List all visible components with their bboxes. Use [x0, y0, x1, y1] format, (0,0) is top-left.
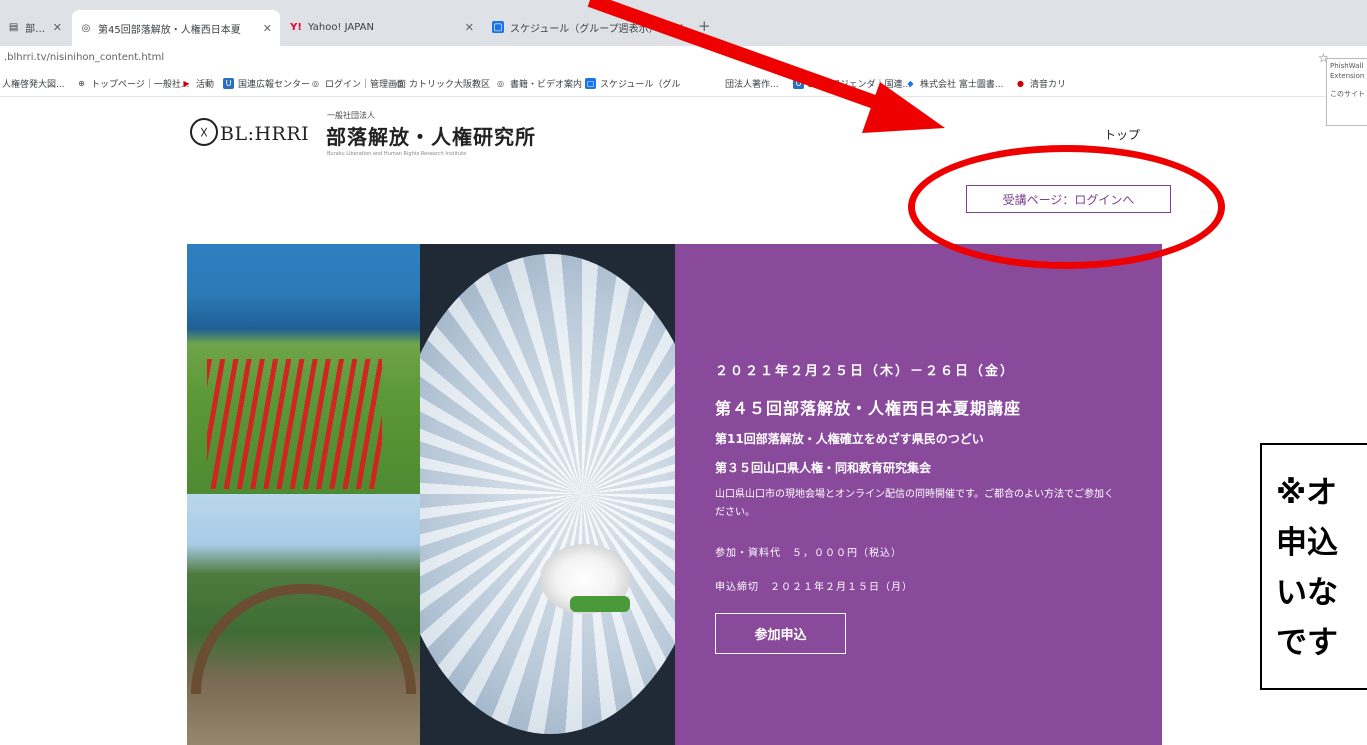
- popup-line: Extension: [1330, 72, 1365, 80]
- bookmark-label: 株式会社 富士圖書...: [920, 80, 1004, 90]
- new-tab-icon[interactable]: +: [698, 17, 711, 35]
- logo-subtitle: Buraku Liberation and Human Rights Resea…: [327, 151, 467, 157]
- bookmark-item[interactable]: 団法人著作...: [725, 77, 779, 90]
- logo-english: BL:HRRI: [220, 123, 310, 145]
- bookmark-item[interactable]: ⊕ トップページ｜一般社...: [76, 77, 189, 90]
- extension-popup: PhishWall Extension このサイト: [1326, 58, 1367, 126]
- close-icon[interactable]: ✕: [465, 21, 474, 34]
- bridge-arch: [191, 584, 416, 694]
- bookmark-label: 活動: [196, 80, 215, 90]
- event-deadline: 申込締切 ２０２１年２月１５日（月）: [715, 582, 913, 593]
- bookmark-item[interactable]: ◎ カトリック大阪教区: [394, 77, 490, 90]
- browser-tab-active[interactable]: ◎ 第45回部落解放・人権西日本夏 ✕: [72, 10, 280, 46]
- yahoo-icon: Y!: [290, 21, 302, 33]
- highlight-oval: [908, 145, 1225, 269]
- note-line: です: [1276, 625, 1338, 661]
- bookmark-icon: ◆: [907, 79, 914, 88]
- bookmark-label: 人権啓発大図...: [2, 80, 65, 90]
- bookmark-item[interactable]: ◎ 書籍・ビデオ案内: [495, 77, 582, 90]
- tab-label: スケジュール（グループ週表示）- サ: [509, 23, 675, 35]
- globe-icon: ◎: [81, 22, 91, 34]
- globe-icon: ◎: [396, 79, 403, 88]
- note-line: いな: [1276, 575, 1338, 611]
- hero-banner: ２０２１年２月２５日（木）－２６日（金） 第４５回部落解放・人権西日本夏期講座 …: [187, 244, 1162, 745]
- bookmark-item[interactable]: ▶ 活動: [181, 77, 214, 90]
- torii-coast-photo: [187, 244, 420, 494]
- bookmark-icon: ⊕: [78, 79, 85, 88]
- bookmark-label: 国連広報センター: [238, 80, 311, 90]
- torii-gates: [207, 359, 382, 489]
- bookmark-label: スケジュール（グル: [600, 80, 681, 90]
- bookmarks-bar: 人権啓発大図... ⊕ トップページ｜一般社... ▶ 活動 U 国連広報センター ◎…: [0, 70, 1367, 97]
- bookmark-icon: ●: [1017, 79, 1024, 88]
- play-icon: ▶: [183, 79, 190, 88]
- tab-label: 第45回部落解放・人権西日本夏: [98, 24, 241, 36]
- green-onion: [570, 596, 630, 612]
- bookmark-item[interactable]: ● 清音カリ: [1015, 77, 1066, 90]
- fugu-sashimi-photo: [420, 244, 675, 745]
- browser-tab-bar: ▤ 部落解 ✕ ◎ 第45回部落解放・人権西日本夏 ✕ Y! Yahoo! JA…: [0, 0, 1367, 46]
- browser-tab[interactable]: ▤ 部落解 ✕: [0, 12, 70, 42]
- event-subtitle-1: 第11回部落解放・人権確立をめざす県民のつどい: [715, 432, 984, 446]
- bookmark-item[interactable]: 人権啓発大図...: [2, 77, 65, 90]
- logo-japanese: 部落解放・人権研究所: [326, 125, 536, 149]
- bookmark-label: 清音カリ: [1030, 80, 1067, 90]
- schedule-icon: ▢: [585, 78, 596, 89]
- page-icon: ▤: [8, 21, 19, 33]
- figure-icon: ☓: [190, 118, 218, 146]
- tab-label: Yahoo! JAPAN: [308, 21, 374, 33]
- bookmark-item[interactable]: ◆ 株式会社 富士圖書...: [905, 77, 1003, 90]
- close-icon[interactable]: ✕: [53, 21, 62, 34]
- tab-label: 部落解: [25, 23, 53, 35]
- bookmark-label: トップページ｜一般社...: [91, 80, 190, 90]
- note-callout: ※オ 申込 いな です: [1260, 443, 1367, 690]
- apply-button[interactable]: 参加申込: [715, 613, 846, 654]
- event-title: 第４５回部落解放・人権西日本夏期講座: [715, 399, 1022, 418]
- browser-tab[interactable]: ▢ スケジュール（グループ週表示）- サ ✕: [484, 12, 692, 42]
- event-description: 山口県山口市の現地会場とオンライン配信の同時開催です。ご都合のよい方法でご参加く…: [715, 489, 1114, 518]
- sashimi-slices: [420, 254, 675, 734]
- popup-line: このサイト: [1330, 90, 1365, 98]
- close-icon[interactable]: ✕: [263, 22, 272, 35]
- bookmark-item[interactable]: ◎ ログイン｜管理画面: [310, 77, 406, 90]
- bookmark-label: 2030アジェンダ｜国連...: [808, 80, 912, 90]
- logo-org-type: 一般社団法人: [327, 111, 375, 120]
- kintai-bridge-photo: [187, 494, 420, 745]
- bookmark-label: 書籍・ビデオ案内: [510, 80, 583, 90]
- note-line: ※オ: [1276, 475, 1338, 511]
- event-date: ２０２１年２月２５日（木）－２６日（金）: [715, 364, 1016, 379]
- site-logo[interactable]: ☓ BL:HRRI 一般社団法人 部落解放・人権研究所 Buraku Liber…: [190, 110, 550, 162]
- globe-icon: ◎: [312, 79, 319, 88]
- un-icon: U: [793, 78, 804, 89]
- url-text[interactable]: .blhrri.tv/nisinihon_content.html: [4, 46, 164, 70]
- close-icon[interactable]: ✕: [675, 21, 684, 34]
- globe-icon: ◎: [497, 79, 504, 88]
- popup-line: PhishWall: [1330, 62, 1364, 70]
- event-info-panel: ２０２１年２月２５日（木）－２６日（金） 第４５回部落解放・人権西日本夏期講座 …: [675, 244, 1162, 745]
- schedule-icon: ▢: [492, 21, 504, 33]
- bookmark-item[interactable]: U 国連広報センター: [223, 77, 310, 90]
- event-fee: 参加・資料代 ５，０００円（税込）: [715, 548, 902, 559]
- note-line: 申込: [1276, 525, 1338, 561]
- browser-tab[interactable]: Y! Yahoo! JAPAN ✕: [282, 12, 482, 42]
- un-icon: U: [223, 78, 234, 89]
- nav-top-link[interactable]: トップ: [1104, 126, 1140, 143]
- address-bar[interactable]: .blhrri.tv/nisinihon_content.html ☆: [0, 46, 1367, 70]
- bookmark-item[interactable]: ▢ スケジュール（グル: [585, 77, 680, 90]
- bookmark-label: カトリック大阪教区: [409, 80, 491, 90]
- bookmark-label: 団法人著作...: [725, 80, 779, 90]
- event-subtitle-2: 第３５回山口県人権・同和教育研究集会: [715, 461, 932, 475]
- bookmark-item[interactable]: U 2030アジェンダ｜国連...: [793, 77, 911, 90]
